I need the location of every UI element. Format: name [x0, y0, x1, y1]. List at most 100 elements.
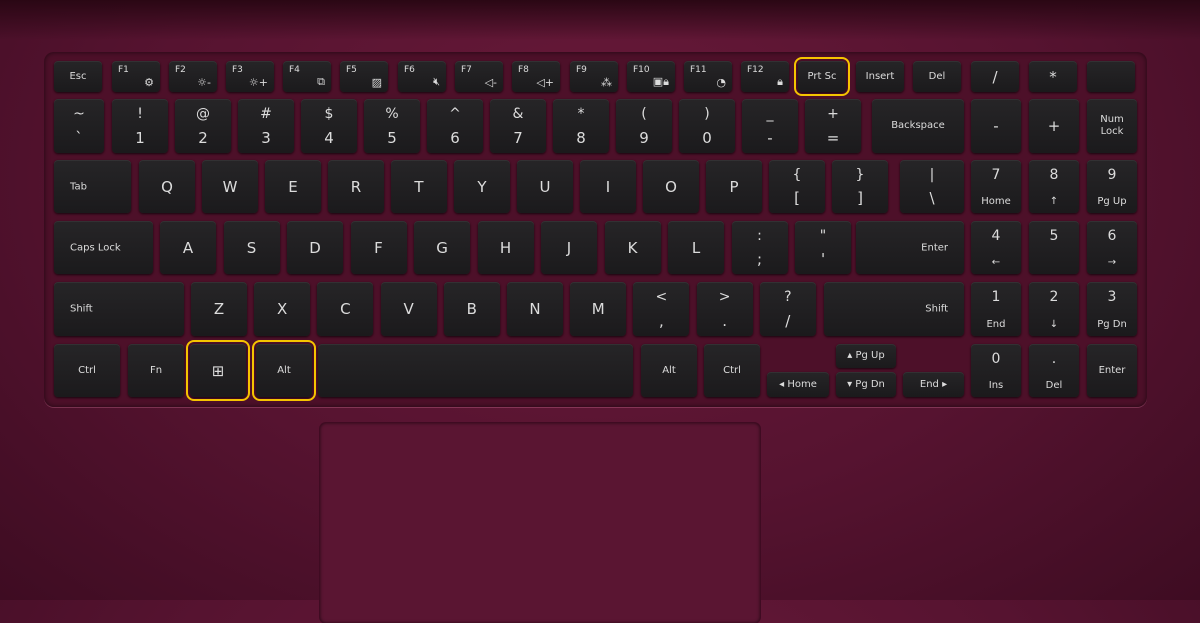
key-home[interactable]: ◂ Home — [767, 372, 829, 397]
key-symbol-19[interactable]: ~ ` — [54, 99, 104, 153]
key-backspace[interactable]: Backspace — [872, 99, 964, 153]
key-s[interactable]: S — [223, 221, 280, 274]
key-n[interactable]: N — [507, 282, 563, 336]
key-end[interactable]: 1 End — [971, 282, 1021, 336]
key-w[interactable]: W — [202, 160, 258, 213]
key-u[interactable]: U — [517, 160, 573, 213]
key-caps-lock[interactable]: Caps Lock — [54, 221, 153, 274]
key-f5[interactable]: F5 ▨ — [340, 61, 388, 92]
key-f4[interactable]: F4 ⧉ — [283, 61, 331, 92]
key-f11[interactable]: F11 ◔ — [684, 61, 732, 92]
key-symbol-48[interactable]: }] — [832, 160, 888, 213]
key-ins[interactable]: 0 Ins — [971, 344, 1021, 397]
key-5[interactable]: % 5 — [364, 99, 420, 153]
key-q[interactable]: Q — [139, 160, 195, 213]
key-i[interactable]: I — [580, 160, 636, 213]
key-blank[interactable] — [318, 344, 633, 397]
touchpad[interactable] — [320, 423, 760, 623]
key-e[interactable]: E — [265, 160, 321, 213]
key-del[interactable]: . Del — [1029, 344, 1079, 397]
key-9[interactable]: (9 — [616, 99, 672, 153]
key-symbol-34[interactable]: + — [1029, 99, 1079, 153]
key-del[interactable]: Del — [913, 61, 961, 92]
key-p[interactable]: P — [706, 160, 762, 213]
key-fn[interactable]: Fn — [128, 344, 184, 397]
key-z[interactable]: Z — [191, 282, 247, 336]
key-k[interactable]: K — [604, 221, 661, 274]
key-symbol-79[interactable]: ? / — [759, 282, 816, 336]
key-j[interactable]: J — [541, 221, 597, 274]
key-6[interactable]: ^ 6 — [427, 99, 483, 153]
key-f8[interactable]: F8 ◁+ — [512, 61, 560, 92]
key-shift[interactable]: Shift — [54, 282, 184, 336]
key-symbol-49[interactable]: | \ — [900, 160, 964, 213]
key-f6[interactable]: F6 🔇︎ — [398, 61, 446, 92]
key-g[interactable]: G — [414, 221, 470, 274]
key-v[interactable]: V — [380, 282, 437, 336]
key-symbol-30[interactable]: _ - — [742, 99, 798, 153]
key-alt[interactable]: Alt — [252, 340, 316, 401]
key-h[interactable]: H — [477, 221, 534, 274]
key-tab[interactable]: Tab — [54, 160, 131, 213]
key-f12[interactable]: F12 🔒︎ — [741, 61, 789, 92]
key-x[interactable]: X — [254, 282, 311, 336]
key-c[interactable]: C — [317, 282, 374, 336]
key-o[interactable]: O — [643, 160, 699, 213]
key-f2[interactable]: F2 ☼- — [169, 61, 217, 92]
key-f[interactable]: F — [350, 221, 407, 274]
key-4[interactable]: $4 — [301, 99, 357, 153]
key-pg-dn[interactable]: ▾ Pg Dn — [836, 372, 896, 397]
key-alt[interactable]: Alt — [641, 344, 697, 397]
key-8[interactable]: * 8 — [553, 99, 609, 153]
key-5[interactable]: 5 — [1029, 221, 1079, 274]
key-symbol-31[interactable]: + = — [805, 99, 861, 153]
key-symbol-51[interactable]: 8 ↑ — [1029, 160, 1079, 213]
key-m[interactable]: M — [570, 282, 627, 336]
key-ctrl[interactable]: Ctrl — [54, 344, 120, 397]
key-symbol-78[interactable]: >. — [696, 282, 753, 336]
key-prt-sc[interactable]: Prt Sc — [794, 57, 850, 96]
key-num-lock[interactable]: Num Lock — [1087, 99, 1137, 153]
key-ctrl[interactable]: Ctrl — [704, 344, 760, 397]
key-f9[interactable]: F9 ⁂ — [570, 61, 618, 92]
key-pg-up[interactable]: ▴ Pg Up — [836, 344, 896, 368]
key-2[interactable]: @2 — [175, 99, 231, 153]
key-enter[interactable]: Enter — [1087, 344, 1137, 397]
key-end[interactable]: End ▸ — [903, 372, 964, 397]
key-d[interactable]: D — [287, 221, 343, 274]
key-b[interactable]: B — [443, 282, 500, 336]
key-symbol-16[interactable]: / — [971, 61, 1019, 92]
key-1[interactable]: ! 1 — [112, 99, 168, 153]
key-symbol-66[interactable]: 4 ← — [971, 221, 1021, 274]
key-3[interactable]: #3 — [238, 99, 294, 153]
key-symbol-68[interactable]: 6 → — [1087, 221, 1137, 274]
key-a[interactable]: A — [160, 221, 216, 274]
key-shift[interactable]: Shift — [824, 282, 964, 336]
key-y[interactable]: Y — [454, 160, 510, 213]
key-f3[interactable]: F3 ☼+ — [226, 61, 274, 92]
key-symbol-33[interactable]: - — [971, 99, 1021, 153]
key-label: Shift — [925, 303, 948, 315]
key-0[interactable]: ) 0 — [679, 99, 735, 153]
key-f10[interactable]: F10 ▣🔒︎ — [627, 61, 675, 92]
key-blank[interactable] — [1087, 61, 1135, 92]
key-t[interactable]: T — [391, 160, 447, 213]
key-insert[interactable]: Insert — [856, 61, 904, 92]
key-7[interactable]: & 7 — [490, 99, 546, 153]
key-symbol-63[interactable]: :; — [731, 221, 788, 274]
key-esc[interactable]: Esc — [54, 61, 102, 92]
key-symbol-77[interactable]: <, — [633, 282, 690, 336]
key-pg-up[interactable]: 9 Pg Up — [1087, 160, 1137, 213]
key-r[interactable]: R — [328, 160, 384, 213]
key-symbol-64[interactable]: " ' — [795, 221, 851, 274]
key-symbol-82[interactable]: 2 ↓ — [1029, 282, 1079, 336]
key-l[interactable]: L — [668, 221, 724, 274]
key-symbol-86[interactable]: ⊞ — [186, 340, 250, 401]
key-symbol-17[interactable]: * — [1029, 61, 1077, 92]
key-f1[interactable]: F1 ⚙ — [112, 61, 160, 92]
key-pg-dn[interactable]: 3 Pg Dn — [1087, 282, 1137, 336]
key-symbol-47[interactable]: {[ — [769, 160, 825, 213]
key-enter[interactable]: Enter — [856, 221, 964, 274]
key-f7[interactable]: F7 ◁- — [455, 61, 503, 92]
key-home[interactable]: 7 Home — [971, 160, 1021, 213]
